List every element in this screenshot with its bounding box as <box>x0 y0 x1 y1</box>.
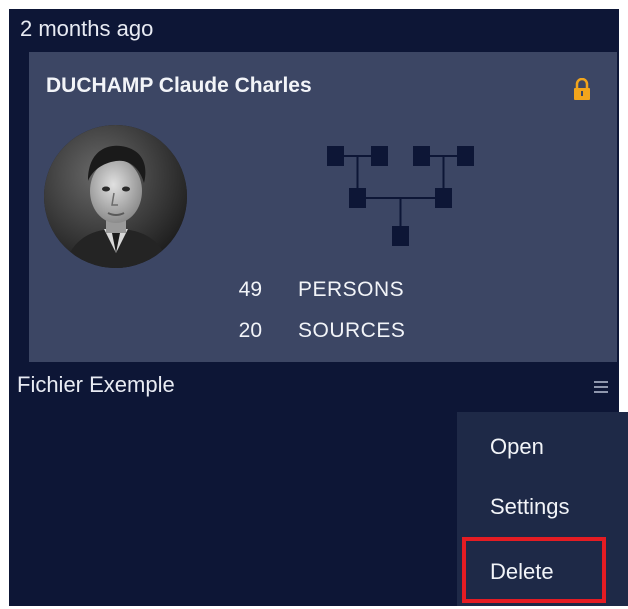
menu-item-label: Settings <box>490 494 570 519</box>
persons-count: 49 <box>238 278 262 301</box>
hamburger-menu-icon[interactable] <box>594 381 608 393</box>
pedigree-tree-icon <box>327 146 474 246</box>
menu-item-open[interactable]: Open <box>457 418 628 476</box>
file-name: Fichier Exemple <box>17 372 175 397</box>
last-modified-label: 2 months ago <box>20 16 154 41</box>
menu-item-label: Open <box>490 434 544 459</box>
sources-label: SOURCES <box>298 319 406 342</box>
menu-item-settings[interactable]: Settings <box>457 478 628 536</box>
persons-label: PERSONS <box>298 278 405 301</box>
lock-icon <box>574 78 590 100</box>
delete-highlight-box <box>462 537 606 603</box>
sources-count: 20 <box>238 319 262 342</box>
root-person-name: DUCHAMP Claude Charles <box>46 74 312 97</box>
person-avatar <box>44 125 187 268</box>
